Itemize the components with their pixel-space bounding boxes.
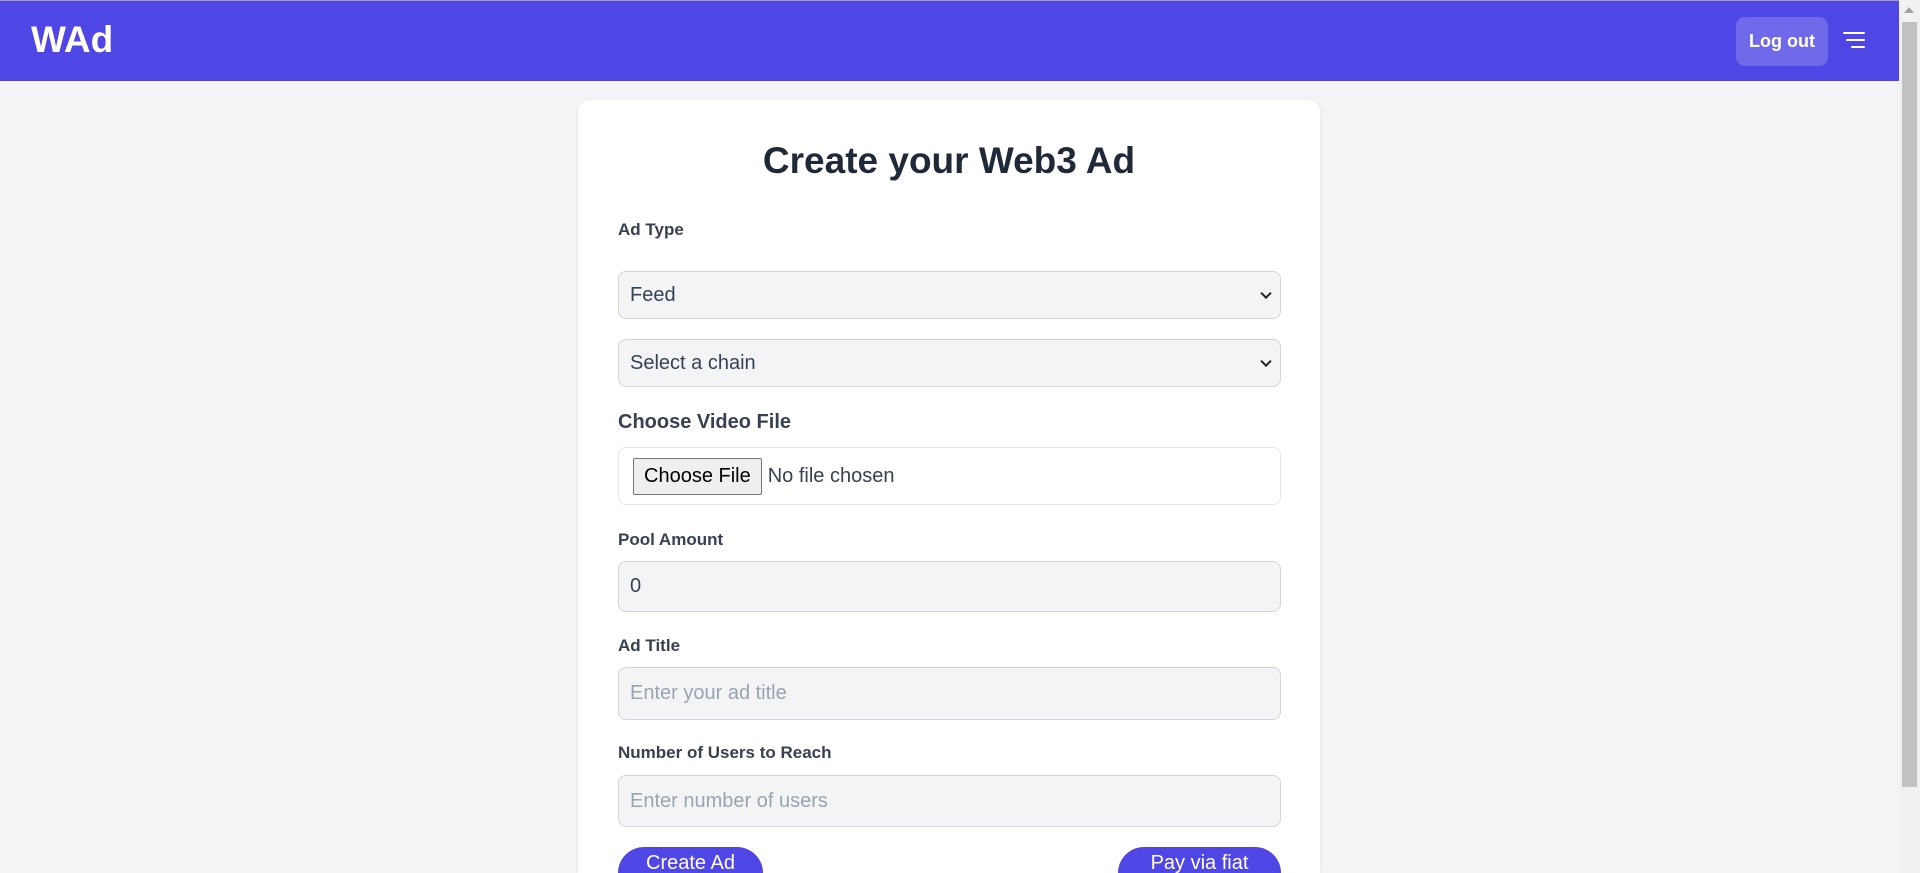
logout-button[interactable]: Log out (1736, 17, 1828, 66)
ad-title-placeholder: Enter your ad title (630, 682, 787, 704)
scrollbar[interactable] (1899, 0, 1920, 873)
chevron-down-icon (1260, 355, 1272, 368)
video-file-input[interactable]: Choose File No file chosen (618, 447, 1281, 505)
create-ad-button[interactable]: Create Ad (618, 847, 763, 873)
logo[interactable]: WAd (31, 19, 113, 61)
chain-value: Select a chain (630, 351, 756, 374)
pay-via-fiat-button[interactable]: Pay via fiat (1118, 847, 1281, 873)
chevron-down-icon (1260, 287, 1272, 300)
choose-file-button[interactable]: Choose File (633, 457, 762, 495)
file-status: No file chosen (767, 464, 895, 487)
chain-select[interactable]: Select a chain (618, 339, 1281, 387)
scroll-up-arrow-icon[interactable] (1904, 7, 1914, 13)
hamburger-icon[interactable] (1843, 32, 1865, 50)
pool-amount-value: 0 (630, 575, 642, 597)
ad-title-input[interactable]: Enter your ad title (618, 667, 1281, 720)
pool-amount-input[interactable]: 0 (618, 561, 1281, 612)
create-ad-card: Create your Web3 Ad Ad Type Feed Select … (578, 100, 1320, 873)
users-label: Number of Users to Reach (618, 743, 832, 762)
top-navbar: WAd Log out (0, 0, 1899, 81)
pool-amount-label: Pool Amount (618, 530, 724, 549)
page-title: Create your Web3 Ad (762, 140, 1136, 181)
ad-type-select[interactable]: Feed (618, 271, 1281, 319)
scrollbar-thumb[interactable] (1902, 22, 1917, 787)
ad-type-value: Feed (630, 283, 676, 306)
ad-type-label: Ad Type (618, 220, 684, 239)
ad-title-label: Ad Title (618, 636, 681, 655)
users-placeholder: Enter number of users (630, 789, 828, 812)
users-input[interactable]: Enter number of users (618, 775, 1281, 827)
video-file-label: Choose Video File (618, 411, 791, 433)
